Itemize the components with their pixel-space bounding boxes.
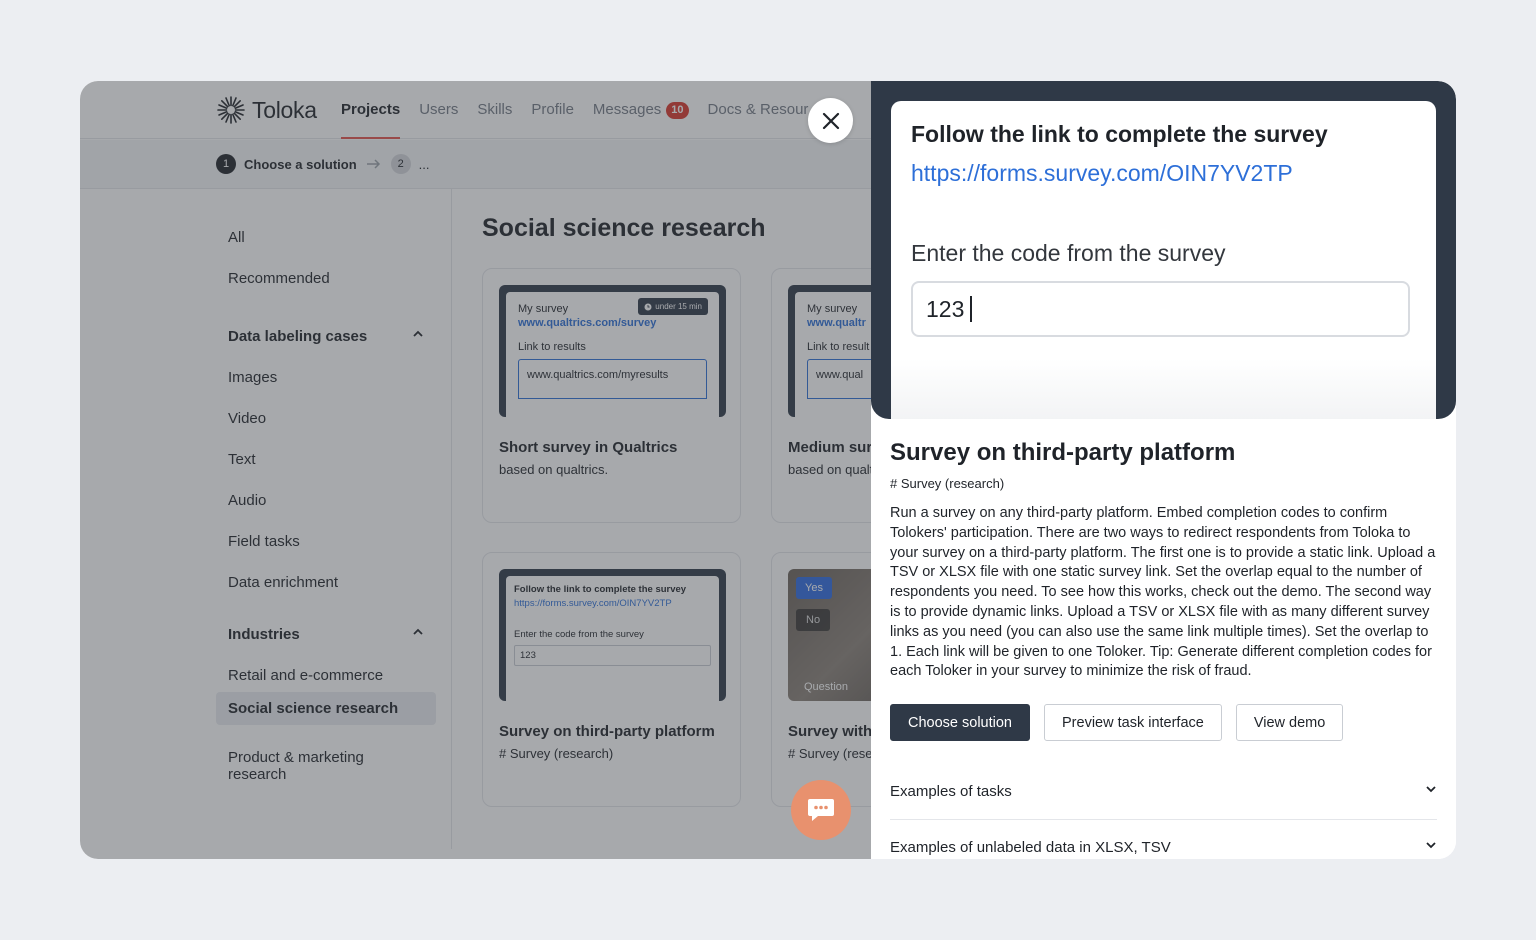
preview-label: Enter the code from the survey	[911, 240, 1226, 266]
solution-description: Run a survey on any third-party platform…	[890, 505, 1436, 680]
text-caret	[970, 296, 973, 322]
chat-icon	[808, 799, 834, 821]
preview-input-value: 123	[926, 295, 965, 322]
task-preview: Follow the link to complete the survey h…	[871, 81, 1456, 419]
preview-heading: Follow the link to complete the survey	[911, 121, 1328, 147]
chat-support-button[interactable]	[791, 780, 851, 840]
accordion-label: Examples of unlabeled data in XLSX, TSV	[890, 839, 1171, 856]
divider	[890, 819, 1437, 820]
preview-link: https://forms.survey.com/OIN7YV2TP	[911, 160, 1293, 186]
toloka-app: Toloka Projects Users Skills Profile Mes…	[80, 81, 1456, 859]
view-demo-button[interactable]: View demo	[1235, 704, 1344, 741]
action-buttons: Choose solution Preview task interface V…	[890, 704, 1344, 741]
preview-code-input: 123	[911, 281, 1410, 337]
close-icon	[822, 112, 839, 129]
solution-detail-panel: Follow the link to complete the survey h…	[871, 81, 1456, 859]
close-panel-button[interactable]	[808, 98, 853, 143]
modal-backdrop[interactable]	[80, 81, 871, 859]
solution-tag: # Survey (research)	[890, 476, 1005, 491]
app-window: Toloka Projects Users Skills Profile Mes…	[80, 81, 1456, 859]
accordion-examples-unlabeled-data[interactable]: Examples of unlabeled data in XLSX, TSV	[890, 839, 1437, 856]
chevron-down-icon	[1426, 842, 1436, 849]
chevron-down-icon	[1426, 786, 1436, 793]
preview-form: Follow the link to complete the survey h…	[891, 101, 1436, 419]
solution-title: Survey on third-party platform	[890, 439, 1236, 466]
accordion-label: Examples of tasks	[890, 783, 1012, 800]
accordion-examples-tasks[interactable]: Examples of tasks	[890, 783, 1437, 800]
preview-task-interface-button[interactable]: Preview task interface	[1044, 704, 1222, 741]
choose-solution-button[interactable]: Choose solution	[890, 704, 1030, 741]
